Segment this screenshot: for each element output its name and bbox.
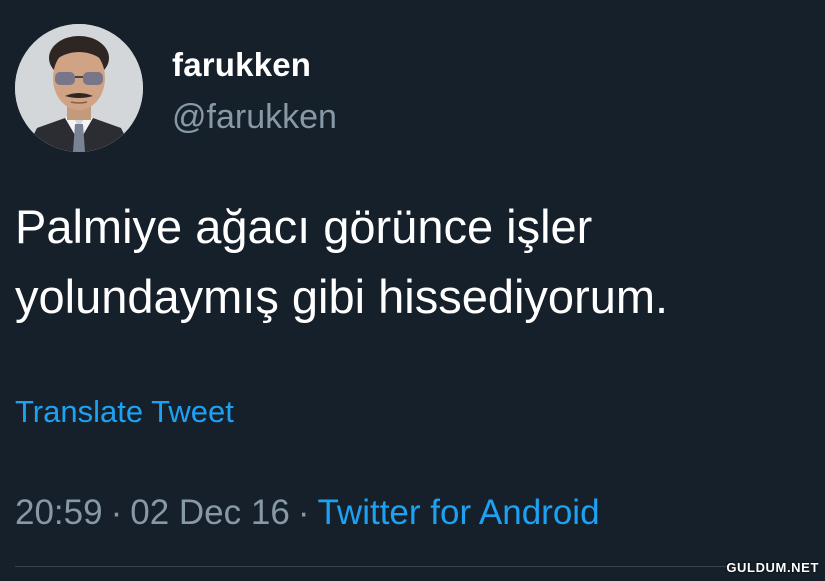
tweet-time[interactable]: 20:59 bbox=[15, 493, 103, 532]
tweet-text-line-1: Palmiye ağacı görünce işler bbox=[15, 200, 593, 253]
display-name[interactable]: farukken bbox=[172, 46, 311, 84]
tweet-source-link[interactable]: Twitter for Android bbox=[317, 493, 599, 532]
avatar-image bbox=[15, 24, 143, 152]
meta-separator: · bbox=[110, 493, 123, 532]
watermark-logo: GULDUM.NET bbox=[726, 560, 819, 575]
avatar[interactable] bbox=[15, 24, 143, 152]
tweet-text: Palmiye ağacı görünce işler yolundaymış … bbox=[15, 192, 805, 332]
user-handle[interactable]: @farukken bbox=[172, 98, 337, 137]
translate-tweet-link[interactable]: Translate Tweet bbox=[15, 394, 234, 430]
tweet-date[interactable]: 02 Dec 16 bbox=[130, 493, 290, 532]
tweet-metadata: 20:59 · 02 Dec 16 · Twitter for Android bbox=[15, 493, 600, 533]
tweet-text-line-2: yolundaymış gibi hissediyorum. bbox=[15, 270, 669, 323]
divider bbox=[15, 566, 730, 567]
tweet-card: farukken @farukken Palmiye ağacı görünce… bbox=[0, 0, 825, 581]
meta-separator: · bbox=[297, 493, 310, 532]
